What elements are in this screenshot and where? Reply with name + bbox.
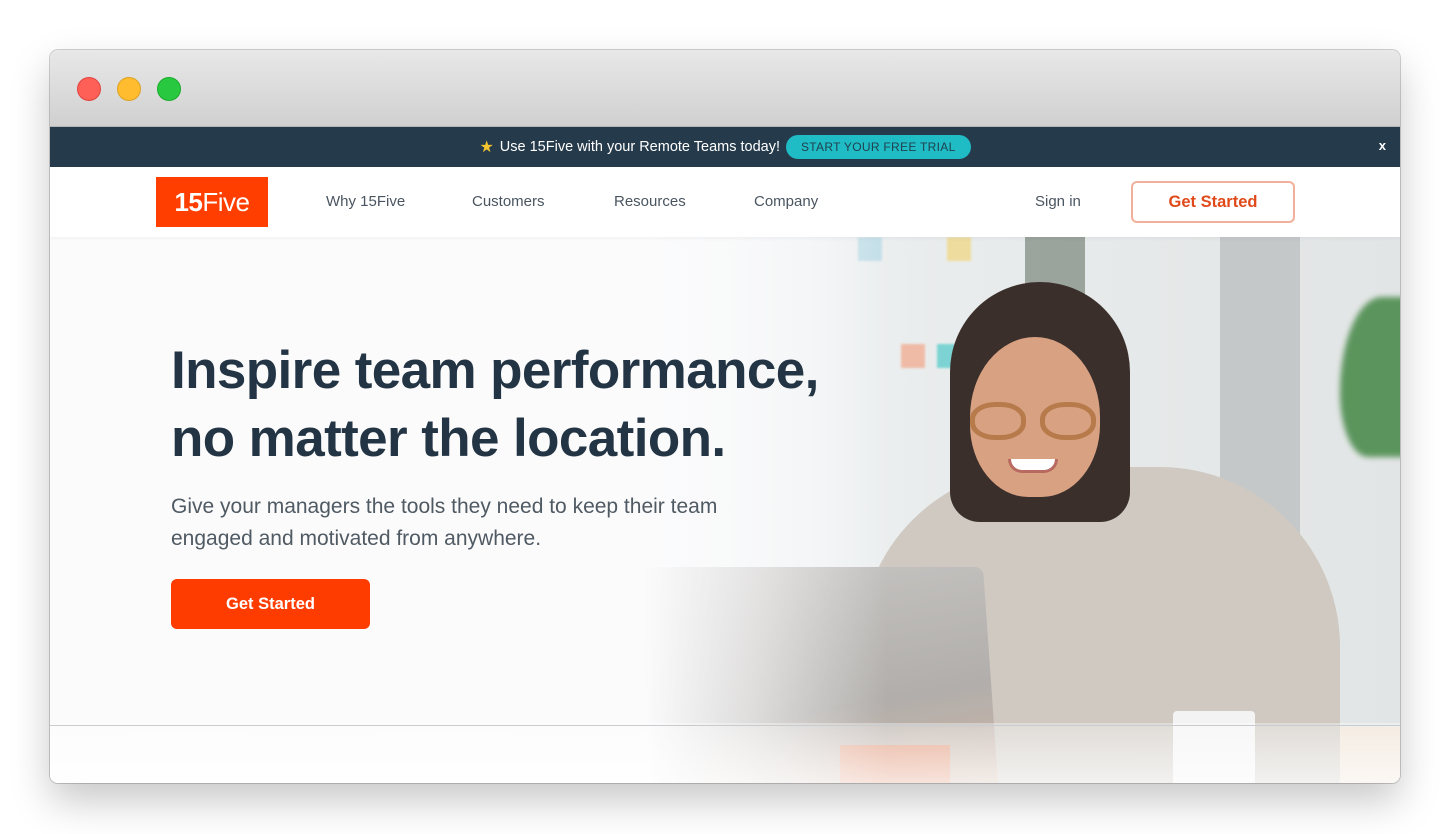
hero-title-line-2: no matter the location. — [171, 409, 726, 468]
window-titlebar — [50, 50, 1400, 127]
logo[interactable]: 15 Five — [156, 177, 268, 227]
maximize-window-button[interactable] — [157, 77, 181, 101]
section-divider — [50, 725, 1400, 726]
browser-window: ★ Use 15Five with your Remote Teams toda… — [50, 50, 1400, 783]
main-nav: 15 Five Why 15Five Customers Resources Co… — [50, 167, 1400, 237]
hero-get-started-button[interactable]: Get Started — [171, 579, 370, 629]
close-window-button[interactable] — [77, 77, 101, 101]
logo-number: 15 — [174, 186, 203, 217]
nav-link-resources[interactable]: Resources — [614, 193, 686, 210]
hero-subtitle: Give your managers the tools they need t… — [171, 495, 718, 550]
star-icon: ★ — [479, 139, 494, 156]
hero-title: Inspire team performance, no matter the … — [171, 337, 871, 473]
promo-message: Use 15Five with your Remote Teams today! — [499, 139, 780, 155]
sign-in-link[interactable]: Sign in — [1035, 193, 1081, 210]
nav-link-customers[interactable]: Customers — [472, 193, 545, 210]
nav-link-company[interactable]: Company — [754, 193, 818, 210]
nav-link-why-15five[interactable]: Why 15Five — [326, 193, 405, 210]
minimize-window-button[interactable] — [117, 77, 141, 101]
hero-section: Inspire team performance, no matter the … — [50, 237, 1400, 783]
promo-banner: ★ Use 15Five with your Remote Teams toda… — [50, 127, 1400, 167]
close-icon[interactable]: x — [1379, 138, 1386, 153]
nav-get-started-button[interactable]: Get Started — [1131, 181, 1295, 223]
start-free-trial-button[interactable]: START YOUR FREE TRIAL — [785, 135, 971, 159]
logo-word: Five — [202, 186, 250, 217]
hero-title-line-1: Inspire team performance, — [171, 341, 819, 400]
